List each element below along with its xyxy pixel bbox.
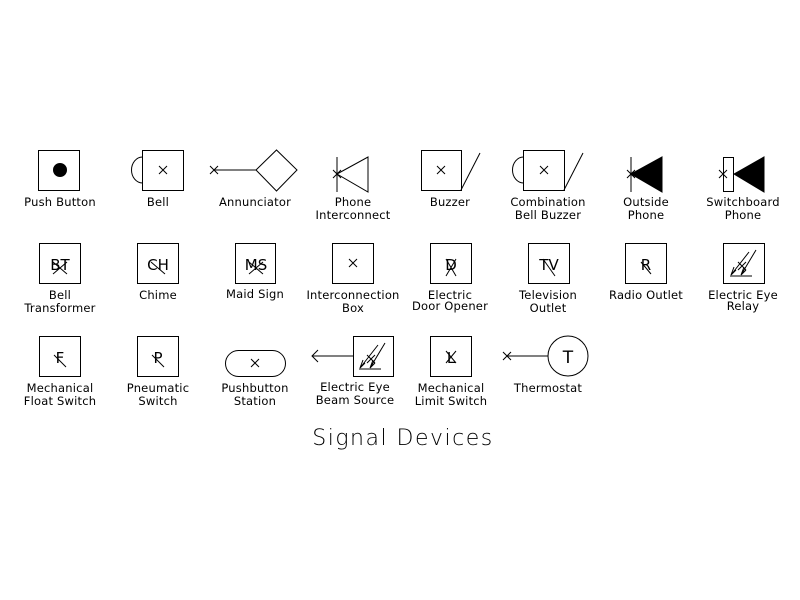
label-line: Limit Switch — [414, 394, 488, 408]
label-line: Chime — [139, 288, 177, 302]
chime-glyph: CH — [147, 256, 169, 274]
maid-sign-glyph: MS — [245, 256, 267, 274]
annunciator-label: Annunciator — [200, 196, 310, 209]
bell-transformer-label: Bell Transformer — [5, 289, 115, 315]
combination-bell-buzzer-label: Combination Bell Buzzer — [493, 196, 603, 222]
switchboard-phone-symbol — [718, 156, 765, 193]
label-line: Transformer — [24, 301, 96, 315]
label-line: Bell Buzzer — [514, 208, 582, 222]
mechanical-float-switch-label: Mechanical Float Switch — [5, 382, 115, 408]
buzzer-symbol — [421, 150, 481, 191]
annunciator-symbol — [209, 149, 298, 192]
radio-glyph: R — [641, 256, 651, 274]
phone-interconnect-label: Phone Interconnect — [298, 196, 408, 222]
label-line: Box — [342, 301, 364, 315]
door-opener-glyph: D — [445, 256, 457, 274]
label-line: Push Button — [24, 195, 96, 209]
electric-eye-beam-source-symbol — [311, 336, 394, 377]
label-line: Thermostat — [513, 381, 583, 395]
thermostat-label: Thermostat — [493, 382, 603, 395]
outside-phone-label: Outside Phone — [591, 196, 701, 222]
electric-eye-relay-symbol — [723, 243, 765, 284]
label-line: Buzzer — [429, 195, 471, 209]
thermostat-symbol — [502, 335, 589, 377]
interconnection-box-label: Interconnection Box — [298, 289, 408, 315]
interconnection-box-symbol — [332, 243, 374, 284]
label-line: Phone — [724, 208, 762, 222]
buzzer-label: Buzzer — [395, 196, 505, 209]
push-button-symbol — [38, 150, 80, 191]
television-glyph: TV — [538, 256, 559, 274]
label-line: Switch — [138, 394, 178, 408]
maid-sign-label: Maid Sign — [200, 288, 310, 301]
electric-eye-beam-source-label: Electric Eye Beam Source — [300, 381, 410, 407]
label-line: Bell — [146, 195, 170, 209]
label-line: Relay — [726, 299, 760, 313]
television-outlet-label: Television Outlet — [493, 289, 603, 315]
switchboard-phone-label: Switchboard Phone — [688, 196, 798, 222]
pushbutton-station-symbol — [225, 350, 286, 377]
label-line: Station — [233, 394, 277, 408]
bell-transformer-glyph: BT — [50, 256, 70, 274]
label-line: Radio Outlet — [609, 288, 683, 302]
label-line: Maid Sign — [225, 287, 284, 301]
mechanical-limit-switch-label: Mechanical Limit Switch — [396, 382, 506, 408]
outside-phone-symbol — [626, 156, 663, 193]
radio-outlet-label: Radio Outlet — [591, 289, 701, 302]
thermostat-glyph: T — [562, 348, 574, 368]
label-line: Beam Source — [315, 393, 395, 407]
chime-label: Chime — [103, 289, 213, 302]
push-button-label: Push Button — [5, 196, 115, 209]
phone-interconnect-symbol — [332, 156, 369, 193]
bell-symbol — [131, 150, 184, 191]
electric-door-opener-label: Electric Door Opener — [395, 289, 505, 313]
bell-label: Bell — [103, 196, 213, 209]
label-line: Interconnect — [315, 208, 391, 222]
pushbutton-station-label: Pushbutton Station — [200, 382, 310, 408]
label-line: Annunciator — [218, 195, 292, 209]
pneumatic-switch-label: Pneumatic Switch — [103, 382, 213, 408]
diagram-title: Signal Devices — [312, 426, 494, 451]
label-line: Outlet — [529, 301, 567, 315]
label-line: Door Opener — [411, 299, 489, 313]
electric-eye-relay-label: Electric Eye Relay — [688, 289, 798, 313]
label-line: Float Switch — [23, 394, 97, 408]
combination-bell-buzzer-symbol — [512, 150, 584, 191]
label-line: Phone — [627, 208, 665, 222]
